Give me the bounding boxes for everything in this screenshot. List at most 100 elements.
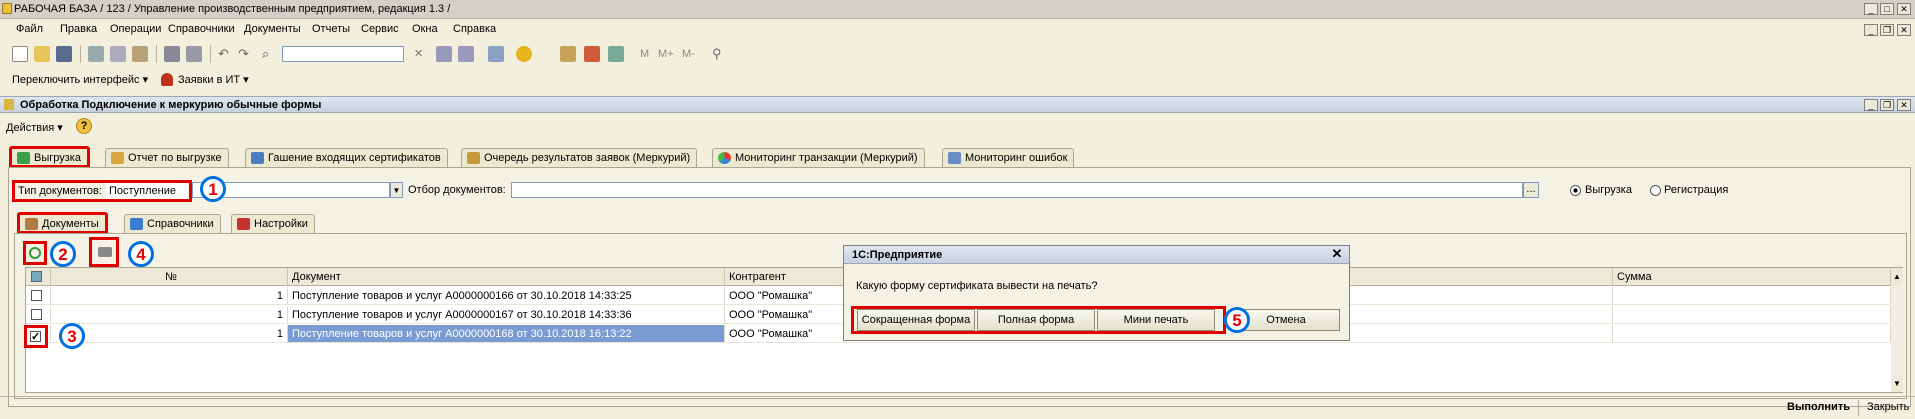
- menu-service[interactable]: Сервис: [361, 23, 399, 35]
- find-prev-icon[interactable]: [458, 46, 474, 62]
- actions-menu[interactable]: Действия ▾: [6, 121, 63, 134]
- tab-settings[interactable]: Настройки: [231, 214, 315, 233]
- row-checkbox[interactable]: [31, 290, 42, 301]
- minimize-button[interactable]: _: [1864, 3, 1878, 15]
- doc-type-group: Тип документов: Поступление: [12, 180, 192, 202]
- menu-catalogs[interactable]: Справочники: [168, 23, 235, 35]
- selection-choose-button[interactable]: ...: [1523, 182, 1539, 198]
- find-next-icon[interactable]: [436, 46, 452, 62]
- checkmark-header-icon: [31, 271, 42, 282]
- menu-documents[interactable]: Документы: [244, 23, 301, 35]
- tools-icon[interactable]: ⚲: [712, 46, 728, 62]
- actions-label: Действия: [6, 122, 55, 134]
- memory-plus-icon[interactable]: M+: [658, 48, 674, 60]
- tab-export[interactable]: Выгрузка: [9, 146, 90, 168]
- doc-type-field[interactable]: Поступление: [106, 183, 188, 199]
- table-icon[interactable]: [608, 46, 624, 62]
- calendar-icon[interactable]: [584, 46, 600, 62]
- mdi-restore-button[interactable]: ❐: [1880, 24, 1894, 36]
- scroll-down-icon[interactable]: ▼: [1891, 376, 1903, 392]
- memory-minus-icon[interactable]: M-: [682, 48, 695, 60]
- save-icon[interactable]: [56, 46, 72, 62]
- copy-icon[interactable]: [110, 46, 126, 62]
- scroll-up-icon[interactable]: ▲: [1891, 268, 1903, 286]
- tab-export-report[interactable]: Отчет по выгрузке: [105, 148, 229, 167]
- help-icon[interactable]: ?: [76, 118, 92, 134]
- maximize-button[interactable]: □: [1880, 3, 1894, 15]
- row-check-cell: [26, 287, 51, 305]
- col-num-header[interactable]: №: [51, 268, 288, 286]
- toolbar-divider: [210, 45, 211, 63]
- run-button[interactable]: Выполнить: [1787, 401, 1850, 413]
- refresh-button[interactable]: [23, 241, 47, 265]
- mdi-minimize-button[interactable]: _: [1864, 24, 1878, 36]
- col-doc-header[interactable]: Документ: [288, 268, 725, 286]
- search-clear-icon[interactable]: ✕: [414, 47, 423, 60]
- monitor-icon: [948, 152, 961, 164]
- it-requests-button[interactable]: Заявки в ИТ ▾: [178, 73, 249, 86]
- row3-checkbox-highlight: ✓: [24, 325, 48, 348]
- vertical-scrollbar[interactable]: [1891, 286, 1903, 376]
- menu-operations[interactable]: Операции: [110, 23, 161, 35]
- tab-transaction-monitoring[interactable]: Мониторинг транзакции (Меркурий): [712, 148, 925, 167]
- menu-windows[interactable]: Окна: [412, 23, 438, 35]
- settings-icon: [237, 218, 250, 230]
- form-minimize-button[interactable]: _: [1864, 99, 1878, 111]
- menu-reports[interactable]: Отчеты: [312, 23, 350, 35]
- radio-export[interactable]: [1570, 185, 1581, 196]
- form-icon: [4, 99, 14, 110]
- mdi-close-button[interactable]: ✕: [1897, 24, 1911, 36]
- menu-help[interactable]: Справка: [453, 23, 496, 35]
- preview-icon[interactable]: [186, 46, 202, 62]
- menu-file[interactable]: Файл: [16, 23, 43, 35]
- close-form-button[interactable]: Закрыть: [1867, 401, 1909, 413]
- mini-print-button[interactable]: Мини печать: [1097, 309, 1215, 331]
- close-button[interactable]: ✕: [1897, 3, 1911, 15]
- dialog-close-icon[interactable]: ✕: [1330, 247, 1344, 261]
- selection-label: Отбор документов:: [408, 184, 506, 196]
- col-check-header[interactable]: [26, 268, 51, 286]
- doc-type-dropdown-button[interactable]: ▼: [390, 182, 403, 198]
- pie-chart-icon: [718, 152, 731, 164]
- row-num-cell: 1: [51, 325, 288, 343]
- open-icon[interactable]: [34, 46, 50, 62]
- new-icon[interactable]: [12, 46, 28, 62]
- tab-catalogs[interactable]: Справочники: [124, 214, 221, 233]
- form-close-button[interactable]: ✕: [1897, 99, 1911, 111]
- certificate-icon: [251, 152, 264, 164]
- windows-icon[interactable]: [488, 46, 504, 62]
- memory-m-icon[interactable]: M: [640, 48, 649, 60]
- print-button[interactable]: [89, 237, 119, 267]
- printer-icon: [98, 247, 112, 257]
- tab-error-monitoring[interactable]: Мониторинг ошибок: [942, 148, 1075, 167]
- menu-edit[interactable]: Правка: [60, 23, 97, 35]
- tab-requests-queue[interactable]: Очередь результатов заявок (Меркурий): [461, 148, 698, 167]
- print-icon[interactable]: [164, 46, 180, 62]
- full-form-button[interactable]: Полная форма: [977, 309, 1095, 331]
- tab-export-report-label: Отчет по выгрузке: [128, 152, 222, 164]
- radio-register[interactable]: [1650, 185, 1661, 196]
- annotation-badge-3: 3: [59, 323, 85, 349]
- search-icon[interactable]: ⌕: [262, 46, 278, 62]
- search-input[interactable]: [282, 46, 404, 62]
- row-doc-cell: Поступление товаров и услуг А0000000168 …: [288, 325, 725, 343]
- switch-interface-button[interactable]: Переключить интерфейс ▾: [12, 73, 148, 86]
- calculator-icon[interactable]: [560, 46, 576, 62]
- paste-icon[interactable]: [132, 46, 148, 62]
- short-form-button[interactable]: Сокращенная форма: [857, 309, 975, 331]
- tab-certificate-repayment[interactable]: Гашение входящих сертификатов: [245, 148, 448, 167]
- cut-icon[interactable]: [88, 46, 104, 62]
- selection-field[interactable]: [511, 182, 1523, 198]
- window-title-bar: РАБОЧАЯ БАЗА / 123 / Управление производ…: [0, 0, 1915, 19]
- row-checkbox[interactable]: [31, 309, 42, 320]
- info-icon[interactable]: [516, 46, 532, 62]
- refresh-icon: [29, 247, 41, 259]
- form-restore-button[interactable]: ❐: [1880, 99, 1894, 111]
- undo-icon[interactable]: ↶: [218, 46, 234, 62]
- tab-documents[interactable]: Документы: [17, 212, 108, 234]
- col-counterparty-label: Контрагент: [729, 271, 786, 283]
- secondary-toolbar: Переключить интерфейс ▾ Заявки в ИТ ▾: [0, 70, 1915, 90]
- row3-checkbox[interactable]: ✓: [30, 331, 41, 343]
- col-sum-header[interactable]: Сумма: [1613, 268, 1891, 286]
- redo-icon[interactable]: ↷: [238, 46, 254, 62]
